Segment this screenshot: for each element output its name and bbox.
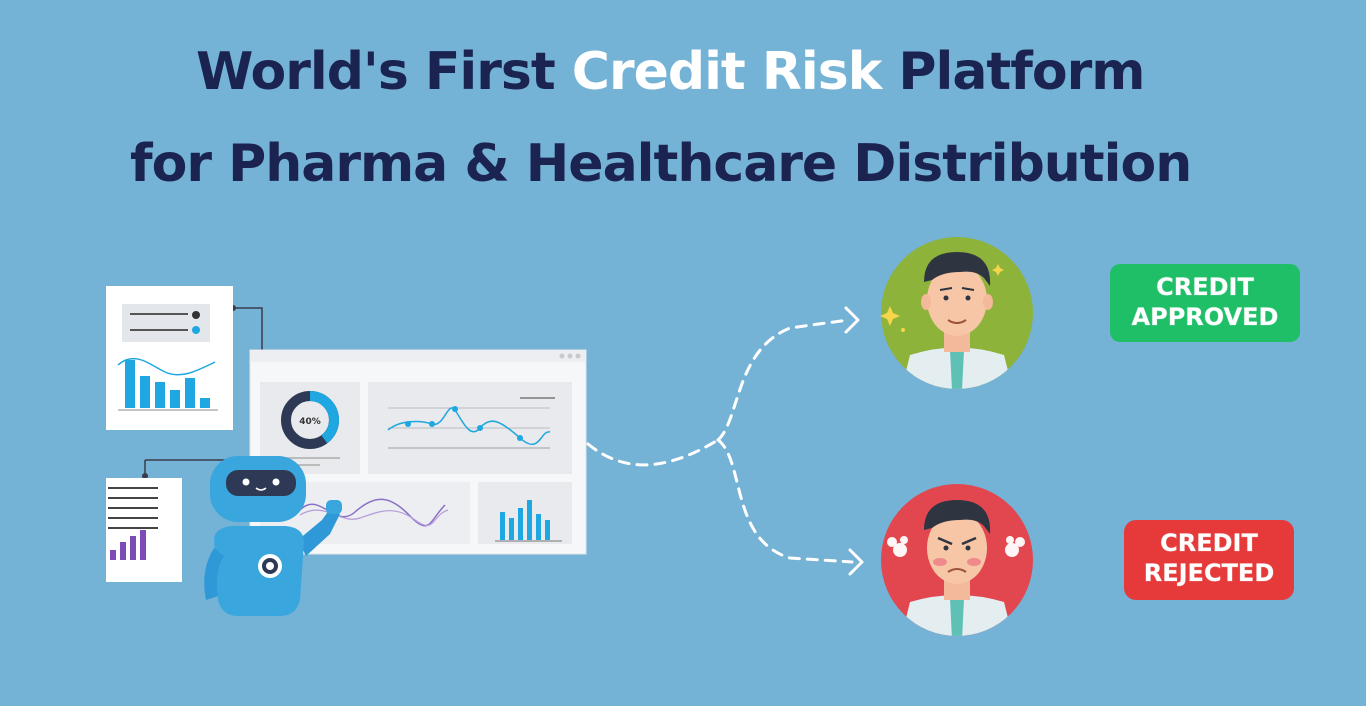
dashed-arrow-icon bbox=[586, 318, 854, 564]
arrow-heads bbox=[844, 306, 864, 576]
rejected-badge-line-2: REJECTED bbox=[1143, 559, 1275, 588]
approved-badge-line-2: APPROVED bbox=[1131, 303, 1279, 332]
credit-rejected-badge: CREDIT REJECTED bbox=[1124, 520, 1294, 600]
rejected-badge-line-1: CREDIT bbox=[1160, 529, 1259, 558]
illustration-scene: 40% bbox=[106, 237, 1033, 636]
angry-person-avatar-icon bbox=[881, 484, 1033, 636]
report-document-top bbox=[106, 286, 233, 430]
credit-approved-badge: CREDIT APPROVED bbox=[1110, 264, 1300, 342]
donut-percent-label: 40% bbox=[299, 417, 321, 427]
approved-badge-line-1: CREDIT bbox=[1156, 273, 1255, 302]
dashboard-window: 40% bbox=[249, 349, 587, 555]
report-document-bottom bbox=[106, 478, 182, 582]
happy-person-avatar-icon bbox=[880, 237, 1033, 389]
